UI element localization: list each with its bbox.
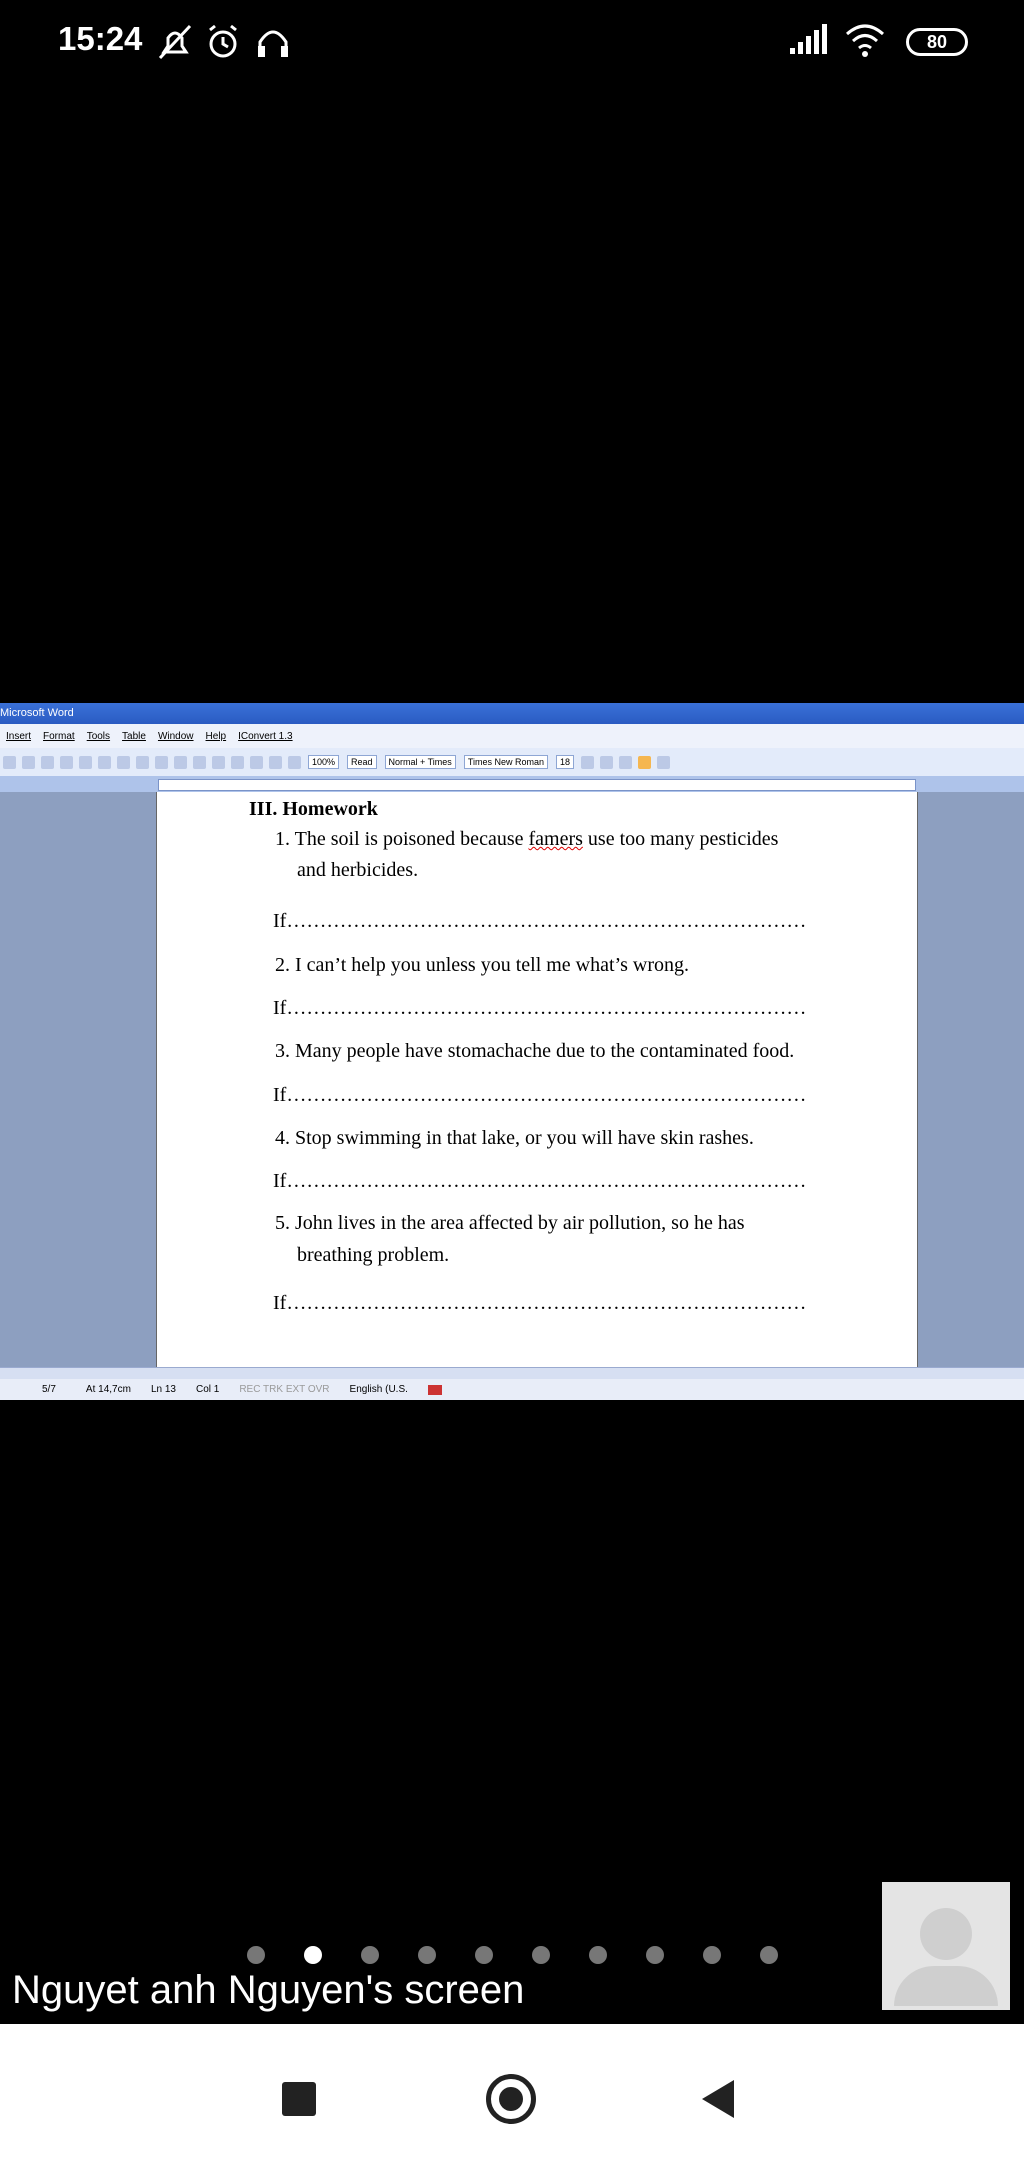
style-select[interactable]: Normal + Times (384, 755, 456, 769)
pager-dot[interactable] (532, 1946, 550, 1964)
back-button[interactable] (702, 2080, 734, 2118)
zoom-select[interactable]: 100% (308, 755, 340, 769)
pager-dot[interactable] (703, 1946, 721, 1964)
homework-heading: III. Homework (249, 798, 378, 820)
wifi-icon (846, 24, 884, 57)
participant-avatar[interactable] (882, 1882, 1010, 2010)
pager-dot[interactable] (589, 1946, 607, 1964)
drawing-icon[interactable] (269, 755, 282, 769)
item-5-line-1: 5. John lives in the area affected by ai… (275, 1212, 745, 1234)
clock: 15:24 (58, 20, 143, 57)
headphones-icon (258, 30, 288, 57)
answer-line-2: If…………………………………………………………………… (273, 997, 807, 1019)
home-button[interactable] (486, 2074, 536, 2124)
menu-tools[interactable]: Tools (87, 731, 110, 742)
pager-dot[interactable] (646, 1946, 664, 1964)
avatar-head (920, 1908, 972, 1960)
battery-icon: 80 (906, 28, 968, 56)
item-1-line-2: and herbicides. (297, 859, 419, 881)
item-2: 2. I can’t help you unless you tell me w… (275, 954, 690, 976)
ruler[interactable] (0, 776, 1024, 792)
answer-line-4: If…………………………………………………………………… (273, 1170, 807, 1192)
format-painter-icon[interactable] (155, 755, 168, 769)
window-title: Microsoft Word (0, 703, 1024, 724)
menu-bar: Insert Format Tools Table Window Help IC… (0, 724, 1024, 748)
columns-icon[interactable] (250, 755, 263, 769)
undo-icon[interactable] (174, 755, 187, 769)
print-icon[interactable] (41, 755, 54, 769)
pager-dot-active[interactable] (304, 1946, 322, 1964)
hyperlink-icon[interactable] (212, 755, 225, 769)
spelling-status-icon[interactable] (427, 1384, 442, 1395)
battery-level: 80 (926, 31, 948, 52)
signal-icon (790, 24, 827, 54)
recents-button[interactable] (282, 2082, 316, 2116)
menu-iconvert[interactable]: IConvert 1.3 (238, 731, 292, 742)
menu-table[interactable]: Table (122, 731, 146, 742)
underline-icon[interactable] (619, 755, 633, 769)
answer-line-5: If…………………………………………………………………… (273, 1292, 807, 1314)
item-5-line-2: breathing problem. (297, 1244, 450, 1266)
alarm-icon (209, 24, 237, 58)
paste-icon[interactable] (136, 755, 149, 769)
font-select[interactable]: Times New Roman (463, 755, 548, 769)
language: English (U.S. (349, 1384, 408, 1395)
document-page[interactable]: III. Homework 1. The soil is poisoned be… (156, 792, 918, 1367)
misspelled-word: famers (528, 828, 583, 850)
status-bar: 15:24 80 (0, 0, 1024, 86)
page-indicator: 5/7 (42, 1384, 56, 1395)
size-select[interactable]: 18 (556, 755, 575, 769)
pager-dot[interactable] (418, 1946, 436, 1964)
menu-help[interactable]: Help (206, 731, 227, 742)
bold-icon[interactable] (581, 755, 595, 769)
mode-flags: REC TRK EXT OVR (239, 1384, 330, 1395)
read-button[interactable]: Read (347, 755, 377, 769)
pager-dot[interactable] (247, 1946, 265, 1964)
word-status-bar: 5/7 At 14,7cm Ln 13 Col 1 REC TRK EXT OV… (0, 1379, 1024, 1400)
answer-line-1: If…………………………………………………………………… (273, 910, 807, 932)
save-icon[interactable] (22, 755, 35, 769)
column-number: Col 1 (195, 1384, 220, 1395)
position-at: At 14,7cm (85, 1384, 131, 1395)
table-icon[interactable] (231, 755, 244, 769)
avatar-body (894, 1966, 998, 2006)
align-center-icon[interactable] (657, 755, 671, 769)
align-left-icon[interactable] (638, 755, 652, 769)
cut-icon[interactable] (98, 755, 111, 769)
toolbar: 100% Read Normal + Times Times New Roman… (0, 748, 1024, 777)
answer-line-3: If…………………………………………………………………… (273, 1084, 807, 1106)
item-1-line-1: 1. The soil is poisoned because famers u… (275, 828, 779, 850)
pager-dot[interactable] (760, 1946, 778, 1964)
menu-insert[interactable]: Insert (6, 731, 31, 742)
line-number: Ln 13 (150, 1384, 176, 1395)
navigation-bar (0, 2024, 1024, 2162)
preview-icon[interactable] (60, 755, 73, 769)
pager-dot[interactable] (361, 1946, 379, 1964)
silent-icon (158, 24, 192, 60)
item-4: 4. Stop swimming in that lake, or you wi… (275, 1127, 754, 1149)
menu-format[interactable]: Format (43, 731, 75, 742)
italic-icon[interactable] (600, 755, 614, 769)
spelling-icon[interactable] (79, 755, 92, 769)
shared-screen: Microsoft Word Insert Format Tools Table… (0, 703, 1024, 1400)
screen-share-label: Nguyet anh Nguyen's screen (12, 1968, 525, 2012)
copy-icon[interactable] (117, 755, 130, 769)
pager-dot[interactable] (475, 1946, 493, 1964)
item-3: 3. Many people have stomachache due to t… (275, 1040, 795, 1062)
redo-icon[interactable] (193, 755, 206, 769)
menu-window[interactable]: Window (158, 731, 194, 742)
document-area: III. Homework 1. The soil is poisoned be… (0, 792, 1024, 1367)
open-icon[interactable] (3, 755, 16, 769)
pilcrow-icon[interactable] (288, 755, 301, 769)
